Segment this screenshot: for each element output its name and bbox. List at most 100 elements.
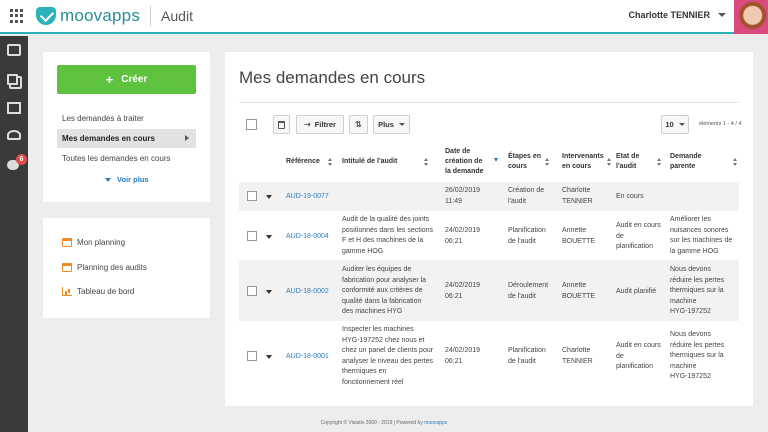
top-bar: moovapps Audit Charlotte TENNIER [0, 0, 768, 34]
column-header-label: Étapes en [508, 153, 542, 160]
row-checkbox[interactable] [247, 231, 257, 241]
delete-button[interactable] [273, 115, 290, 134]
column-header-intervenants[interactable]: Intervenants en cours [562, 152, 604, 172]
row-expand-icon[interactable] [266, 290, 272, 294]
sidebar-item-a-traiter[interactable]: Les demandes à traiter [57, 109, 196, 128]
cell-line: En cours [616, 193, 644, 200]
cell-line: BOUETTE [562, 237, 596, 245]
cell-line: Création de [508, 187, 545, 194]
footer: Copyright © Visiativ 2000 - 2019 | Power… [0, 420, 768, 426]
app-grid-icon[interactable] [10, 9, 24, 23]
link-tableau-de-bord[interactable]: Tableau de bord [62, 287, 134, 296]
sort-descending-icon[interactable] [494, 158, 498, 162]
cell-line: thermiques sur la [670, 352, 724, 359]
sort-icon[interactable] [607, 158, 611, 166]
link-label: Mon planning [77, 238, 126, 247]
cell-line: nuisances sonores [670, 226, 729, 234]
cell-line: 11:49 [445, 197, 462, 205]
column-header-parente[interactable]: Demande parente [670, 152, 702, 172]
more-button[interactable]: Plus [373, 115, 410, 134]
row-checkbox[interactable] [247, 191, 257, 201]
column-header-reference[interactable]: Référence [286, 157, 320, 167]
home-icon[interactable] [7, 44, 21, 56]
row-checkbox[interactable] [247, 351, 257, 361]
table-header: Référence Intitulé de l'audit Date de cr… [239, 147, 739, 179]
sort-button[interactable]: ⇅ [349, 115, 368, 134]
cell-line: HYG-197252 chez nous et [342, 336, 425, 344]
cell-line: F et H des machines de la [342, 237, 424, 244]
cell-line: la gamme HOG [670, 247, 719, 255]
current-step: Création de l'audit [508, 186, 544, 207]
creation-date: 26/02/2019 11:49 [445, 186, 480, 207]
column-header-date[interactable]: Date de création de la demande [445, 147, 484, 177]
cell-line: Audit en cours [616, 342, 661, 349]
reference-link[interactable]: AUD-18-0002 [286, 287, 329, 298]
column-header-intitule[interactable]: Intitulé de l'audit [342, 157, 397, 167]
reference-link[interactable]: AUD-18-0001 [286, 352, 329, 363]
current-assignee: Charlotte TENNIER [562, 186, 593, 207]
link-mon-planning[interactable]: Mon planning [62, 238, 125, 247]
column-header-label: la demande [445, 168, 484, 175]
sort-icon[interactable] [424, 158, 428, 166]
filter-button-label: Filtrer [314, 120, 336, 129]
cell-line: de [616, 352, 624, 360]
avatar[interactable] [734, 0, 768, 34]
sidebar-item-mes-demandes[interactable]: Mes demandes en cours [57, 129, 196, 148]
row-expand-icon[interactable] [266, 355, 272, 359]
moovapps-logo[interactable]: moovapps [36, 6, 140, 26]
row-expand-icon[interactable] [266, 195, 272, 199]
left-navigation: 6 [0, 36, 28, 432]
table-row[interactable]: AUD-18-0004 Audit de la qualité des join… [239, 211, 739, 260]
cell-line: réduire les pertes [670, 276, 725, 284]
cell-line: de l'audit [508, 357, 536, 365]
sidebar-item-label: Mes demandes en cours [62, 134, 155, 143]
audit-status: Audit en cours de planification [616, 341, 661, 373]
column-header-etapes[interactable]: Étapes en cours [508, 152, 541, 172]
user-menu[interactable]: Charlotte TENNIER [628, 10, 726, 20]
current-assignee: Annette BOUETTE [562, 281, 595, 302]
row-expand-icon[interactable] [266, 235, 272, 239]
creation-date: 24/02/2019 06:21 [445, 281, 480, 302]
chevron-down-icon [398, 123, 405, 126]
cell-line: Déroulement [508, 282, 549, 289]
cell-line: planification [616, 243, 653, 250]
column-header-label: en cours [562, 163, 592, 170]
parent-request: Améliorer les nuisances sonores sur les … [670, 215, 732, 257]
trash-icon [278, 120, 285, 129]
link-planning-audits[interactable]: Planning des audits [62, 263, 147, 272]
sort-icon[interactable] [657, 158, 661, 166]
cell-line: chez un panel de clients pour [342, 347, 434, 354]
parent-request: Nous devons réduire les pertes thermique… [670, 330, 724, 383]
copy-icon[interactable] [7, 74, 18, 85]
row-checkbox[interactable] [247, 286, 257, 296]
voir-plus-link[interactable]: Voir plus [105, 175, 149, 184]
reference-link[interactable]: AUD-19-0077 [286, 192, 329, 203]
sort-icon[interactable] [733, 158, 737, 166]
column-header-label: création de [445, 158, 483, 165]
parent-request: Nous devons réduire les pertes thermique… [670, 265, 724, 318]
cell-line: réduire les pertes [670, 341, 725, 349]
cell-line: de [616, 232, 624, 240]
sidebar-item-toutes[interactable]: Toutes les demandes en cours [57, 149, 196, 168]
audit-title: Auditer les équipes de fabrication pour … [342, 265, 426, 318]
page-size-select[interactable]: 10 [661, 115, 689, 134]
bar-chart-icon [62, 287, 72, 296]
header-divider [150, 6, 152, 26]
filter-button[interactable]: ⇢ Filtrer [296, 115, 344, 134]
cell-line: Nous devons [670, 266, 711, 273]
reference-link[interactable]: AUD-18-0004 [286, 232, 329, 243]
sort-icon[interactable] [545, 158, 549, 166]
footer-brand-link[interactable]: moovapps [424, 420, 447, 426]
column-header-etat[interactable]: Etat de l'audit [616, 152, 639, 172]
select-all-checkbox[interactable] [246, 119, 257, 130]
cell-line: machine [670, 362, 697, 370]
column-header-label: Date de [445, 148, 471, 155]
cell-line: Audit de la qualité des joints [342, 216, 430, 223]
users-icon[interactable] [7, 130, 21, 140]
news-icon[interactable] [7, 102, 21, 114]
create-button[interactable]: + Créer [57, 65, 196, 94]
table-row[interactable]: AUD-18-0001 Inspecter les machines HYG-1… [239, 321, 739, 393]
table-row[interactable]: AUD-18-0002 Auditer les équipes de fabri… [239, 260, 739, 321]
sort-icon[interactable] [328, 158, 332, 166]
table-row[interactable]: AUD-19-0077 26/02/2019 11:49 Création de… [239, 182, 739, 211]
